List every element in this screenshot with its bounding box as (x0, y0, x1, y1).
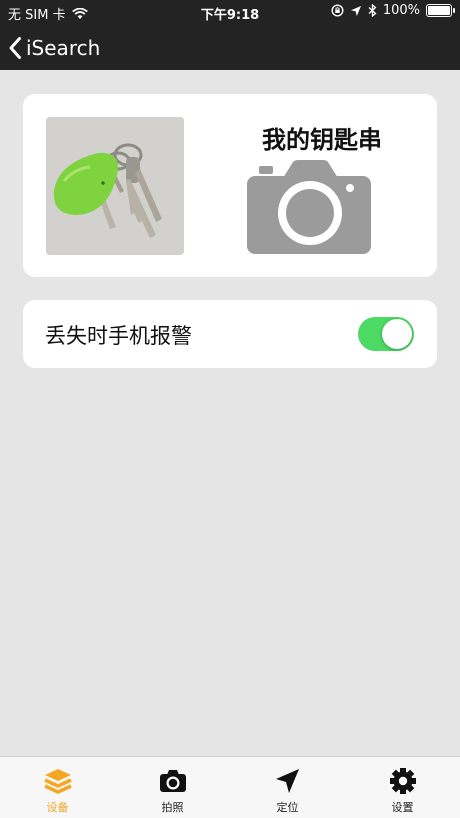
toggle-knob (382, 319, 412, 349)
bluetooth-icon (368, 4, 377, 17)
location-icon (350, 5, 361, 16)
top-bar: 无 SIM 卡 下午9:18 100% iSearch (0, 0, 460, 70)
tab-label: 设置 (391, 801, 414, 814)
back-button[interactable]: iSearch (8, 28, 100, 68)
tab-bar: 设备 拍照 定位 设置 (0, 756, 460, 818)
device-name: 我的钥匙串 (262, 126, 382, 154)
gear-icon (390, 768, 416, 794)
tab-label: 定位 (276, 801, 299, 814)
lock-rotation-icon (331, 4, 344, 17)
location-arrow-icon (276, 769, 299, 793)
tab-devices[interactable]: 设备 (0, 757, 115, 818)
navigation-bar: iSearch (0, 28, 460, 68)
battery-percent: 100% (382, 3, 420, 18)
take-photo-button[interactable] (247, 160, 373, 256)
keychain-photo-image (46, 117, 184, 255)
camera-icon (160, 770, 186, 792)
alarm-toggle[interactable] (358, 317, 414, 351)
tab-settings[interactable]: 设置 (345, 757, 460, 818)
layers-icon (44, 769, 72, 794)
camera-icon (247, 160, 371, 254)
tab-label: 拍照 (161, 801, 184, 814)
tab-location[interactable]: 定位 (230, 757, 345, 818)
chevron-left-icon (9, 37, 21, 59)
status-bar: 无 SIM 卡 下午9:18 100% (0, 0, 460, 24)
battery-icon (426, 4, 455, 17)
device-photo[interactable] (46, 117, 184, 255)
tab-label: 设备 (46, 801, 69, 814)
back-title: iSearch (26, 36, 101, 60)
alarm-label: 丢失时手机报警 (45, 324, 192, 348)
device-card: 我的钥匙串 (23, 94, 437, 277)
tab-camera[interactable]: 拍照 (115, 757, 230, 818)
alarm-row: 丢失时手机报警 (23, 300, 437, 368)
